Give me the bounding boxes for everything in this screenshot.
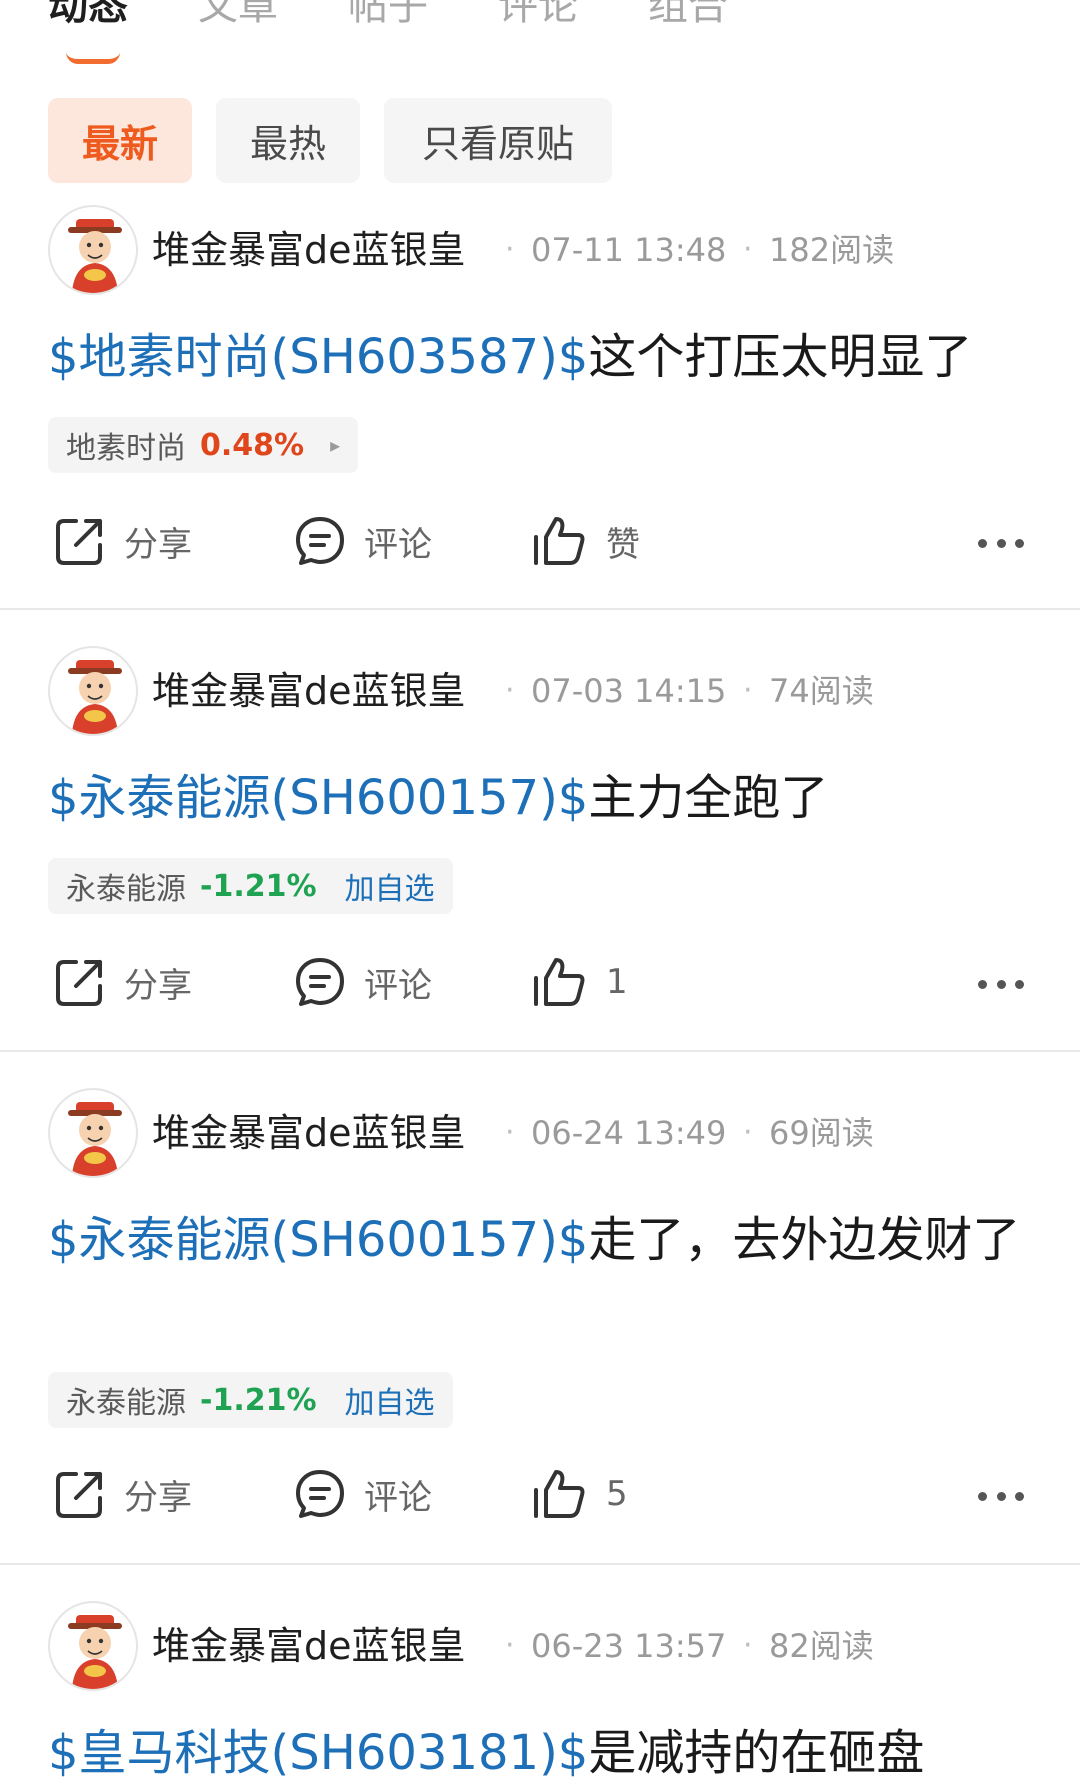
more-options-icon[interactable] <box>978 533 1024 553</box>
separator-dot: · <box>743 1115 753 1150</box>
separator-dot: · <box>505 673 515 708</box>
tab-posts[interactable]: 帖子 <box>348 0 428 32</box>
post-divider <box>0 1050 1080 1052</box>
post-divider <box>0 1563 1080 1565</box>
tab-comments[interactable]: 评论 <box>498 0 578 32</box>
post-date: 06-23 13:57 <box>531 1627 727 1665</box>
stock-change-percent: -1.21% <box>200 1382 317 1418</box>
like-count: 1 <box>606 962 628 1002</box>
post-content[interactable]: $永泰能源(SH600157)$主力全跑了 <box>48 762 1048 834</box>
post-text: 是减持的在砸盘 <box>588 1725 925 1780</box>
share-icon <box>56 960 102 1006</box>
like-count: 赞 <box>606 524 640 565</box>
post-date: 07-11 13:48 <box>531 231 727 269</box>
post-content[interactable]: $永泰能源(SH600157)$走了，去外边发财了 <box>48 1204 1048 1276</box>
author-name[interactable]: 堆金暴富de蓝银皇 <box>152 226 466 274</box>
avatar[interactable] <box>48 646 138 736</box>
read-count: 182阅读 <box>769 231 895 269</box>
stock-change-percent: -1.21% <box>200 868 317 904</box>
filter-original-only[interactable]: 只看原贴 <box>384 98 612 183</box>
post-content[interactable]: $皇马科技(SH603181)$是减持的在砸盘 <box>48 1717 1048 1780</box>
comment-label: 评论 <box>364 1477 432 1518</box>
read-count: 82阅读 <box>769 1627 874 1665</box>
add-to-watchlist-button[interactable]: 加自选 <box>345 1378 435 1422</box>
tab-articles[interactable]: 文章 <box>198 0 278 32</box>
separator-dot: · <box>743 673 753 708</box>
stock-name: 永泰能源 <box>66 872 186 907</box>
thumbs-up-icon <box>534 1470 585 1518</box>
active-tab-indicator <box>66 52 120 64</box>
add-to-watchlist-button[interactable]: 加自选 <box>345 864 435 908</box>
filter-latest[interactable]: 最新 <box>48 98 192 183</box>
stock-name: 地素时尚 <box>66 431 186 466</box>
thumbs-up-icon <box>534 958 585 1006</box>
more-options-icon[interactable] <box>978 1486 1024 1506</box>
comment-bubble-icon <box>296 1470 344 1518</box>
share-icon <box>56 1472 102 1518</box>
filter-hottest[interactable]: 最热 <box>216 98 360 183</box>
post-date: 06-24 13:49 <box>531 1114 727 1152</box>
comment-label: 评论 <box>364 524 432 565</box>
stock-change-percent: 0.48% <box>200 427 305 463</box>
chevron-right-icon: ▸ <box>330 433 341 457</box>
tab-dynamics[interactable]: 动态 <box>48 0 128 32</box>
author-name[interactable]: 堆金暴富de蓝银皇 <box>152 1109 466 1157</box>
tab-portfolios[interactable]: 组合 <box>648 0 728 32</box>
profile-tabs: 动态 文章 帖子 评论 组合 <box>0 0 1080 80</box>
separator-dot: · <box>505 1115 515 1150</box>
like-button[interactable]: 5 <box>532 1468 628 1520</box>
post-content[interactable]: $地素时尚(SH603587)$这个打压太明显了 <box>48 321 1048 393</box>
comment-bubble-icon <box>296 958 344 1006</box>
post-text: 这个打压太明显了 <box>588 329 973 385</box>
separator-dot: · <box>505 232 515 267</box>
avatar[interactable] <box>48 205 138 295</box>
avatar[interactable] <box>48 1601 138 1691</box>
separator-dot: · <box>743 232 753 267</box>
post-divider <box>0 608 1080 610</box>
author-name[interactable]: 堆金暴富de蓝银皇 <box>152 667 466 715</box>
caishen-avatar-icon <box>68 1615 122 1689</box>
caishen-avatar-icon <box>68 660 122 734</box>
share-label: 分享 <box>124 965 192 1006</box>
like-button[interactable]: 1 <box>532 956 628 1008</box>
like-button[interactable]: 赞 <box>532 515 640 567</box>
comment-button[interactable]: 评论 <box>294 1468 432 1520</box>
stock-name: 永泰能源 <box>66 1386 186 1421</box>
stock-tag-link[interactable]: $皇马科技(SH603181)$ <box>48 1725 588 1780</box>
thumbs-up-icon <box>534 517 585 565</box>
post-date: 07-03 14:15 <box>531 672 727 710</box>
caishen-avatar-icon <box>68 1102 122 1176</box>
share-icon <box>56 519 102 565</box>
share-label: 分享 <box>124 524 192 565</box>
comment-bubble-icon <box>296 517 344 565</box>
stock-quote-chip[interactable]: 永泰能源 -1.21% 加自选 <box>48 1372 453 1428</box>
stock-tag-link[interactable]: $永泰能源(SH600157)$ <box>48 1212 588 1268</box>
separator-dot: · <box>743 1628 753 1663</box>
comment-button[interactable]: 评论 <box>294 515 432 567</box>
stock-quote-chip[interactable]: 永泰能源 -1.21% 加自选 <box>48 858 453 914</box>
author-name[interactable]: 堆金暴富de蓝银皇 <box>152 1622 466 1670</box>
avatar[interactable] <box>48 1088 138 1178</box>
like-count: 5 <box>606 1474 628 1514</box>
comment-label: 评论 <box>364 965 432 1006</box>
read-count: 69阅读 <box>769 1114 874 1152</box>
stock-quote-chip[interactable]: 地素时尚 0.48% ▸ <box>48 417 359 473</box>
stock-tag-link[interactable]: $永泰能源(SH600157)$ <box>48 770 588 826</box>
separator-dot: · <box>505 1628 515 1663</box>
post-text: 走了，去外边发财了 <box>588 1212 1021 1268</box>
stock-tag-link[interactable]: $地素时尚(SH603587)$ <box>48 329 588 385</box>
share-label: 分享 <box>124 1477 192 1518</box>
comment-button[interactable]: 评论 <box>294 956 432 1008</box>
post-text: 主力全跑了 <box>588 770 829 826</box>
caishen-avatar-icon <box>68 219 122 293</box>
share-button[interactable]: 分享 <box>54 1468 192 1520</box>
read-count: 74阅读 <box>769 672 874 710</box>
share-button[interactable]: 分享 <box>54 515 192 567</box>
share-button[interactable]: 分享 <box>54 956 192 1008</box>
more-options-icon[interactable] <box>978 974 1024 994</box>
